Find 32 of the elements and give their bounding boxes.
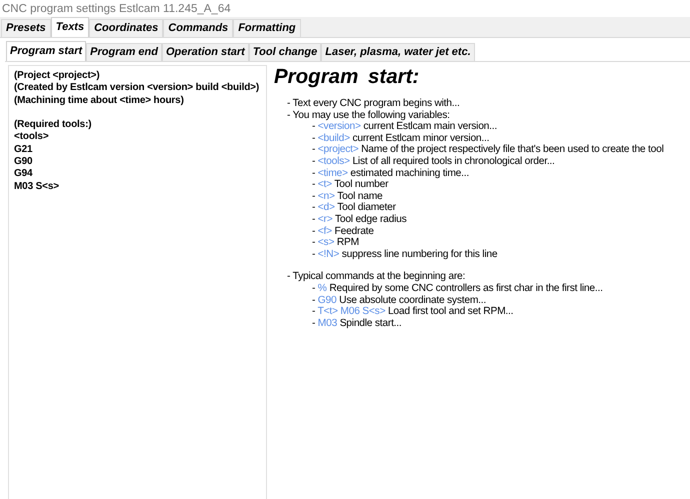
help-item: - <t> Tool number: [311, 179, 390, 191]
tab[interactable]: Coordinates: [89, 19, 164, 37]
help-item: - <project> Name of the project respectively file that's been used to create the tool: [311, 144, 665, 156]
help-line: - You may use the following variables:: [286, 110, 451, 122]
help-item: - <d> Tool diameter: [311, 202, 397, 214]
tab[interactable]: Program end: [86, 43, 162, 61]
help-heading: Program start:: [274, 65, 420, 89]
window-title: CNC program settings Estlcam 11.245_A_64: [2, 2, 231, 14]
tab[interactable]: Laser, plasma, water jet etc.: [321, 43, 475, 61]
help-line: - Text every CNC program begins with...: [286, 98, 461, 110]
tab[interactable]: Tool change: [248, 43, 322, 61]
help-item: - <s> RPM: [311, 237, 360, 249]
help-item: - G90 Use absolute coordinate system...: [311, 294, 487, 306]
tab[interactable]: Operation start: [162, 43, 249, 61]
help-item: - % Required by some CNC controllers as first char in the first line...: [311, 282, 604, 294]
tab[interactable]: Presets: [1, 19, 51, 37]
help-item: - <n> Tool name: [311, 190, 384, 202]
help-item: - <tools> List of all required tools in chronological order...: [311, 156, 556, 168]
help-item: - <time> estimated machining time...: [311, 168, 470, 180]
tab[interactable]: Texts: [50, 17, 90, 37]
help-line: - Typical commands at the beginning are:: [286, 271, 466, 283]
help-item: - <r> Tool edge radius: [311, 214, 408, 226]
help-item: - M03 Spindle start...: [311, 318, 403, 330]
help-item: - <build> current Estlcam minor version...: [311, 132, 490, 144]
tab[interactable]: Program start: [6, 41, 86, 61]
tab[interactable]: Formatting: [233, 19, 301, 37]
code-editor[interactable]: (Project <project>) (Created by Estlcam version <version> build <build>) (Machining time about <time> hours) (Required tools:) <tools> G21 G90 G94 M03 S<s>: [8, 65, 267, 499]
help-item: - <!N> suppress line numbering for this line: [311, 248, 498, 260]
help-item: - <f> Feedrate: [311, 226, 375, 238]
tab[interactable]: Commands: [163, 19, 234, 37]
help-item: - T<t> M06 S<s> Load first tool and set RPM...: [311, 306, 514, 318]
help-item: - <version> current Estlcam main version...: [311, 121, 498, 133]
